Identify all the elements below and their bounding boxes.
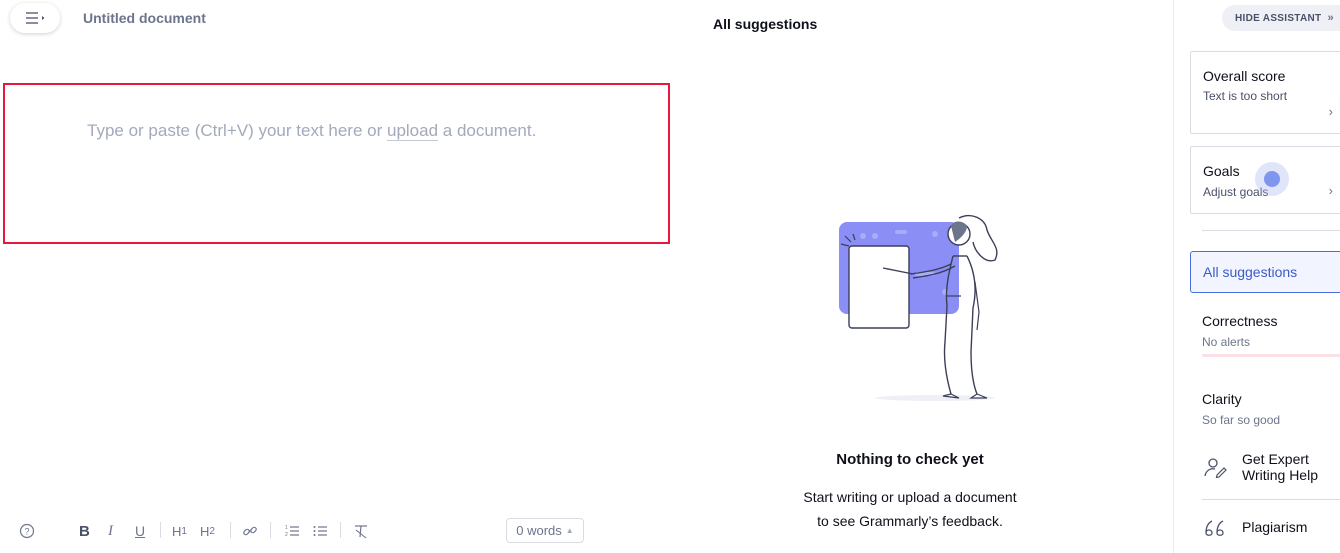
clarity-category[interactable]: Clarity So far so good — [1202, 391, 1280, 427]
empty-state-title: Nothing to check yet — [836, 451, 984, 468]
panel-divider — [1202, 499, 1340, 500]
double-chevron-right-icon: » — [1327, 12, 1334, 24]
toolbar-divider — [160, 522, 161, 538]
overall-score-subtitle: Text is too short — [1203, 89, 1288, 103]
help-icon[interactable]: ? — [19, 522, 35, 540]
word-count-label: 0 words — [516, 523, 562, 538]
svg-text:1: 1 — [285, 525, 288, 531]
ordered-list-icon[interactable]: 12 — [284, 522, 300, 540]
empty-state-description: Start writing or upload a document to se… — [760, 485, 1060, 533]
overall-score-title: Overall score — [1203, 68, 1286, 84]
chevron-right-icon: › — [1328, 183, 1333, 198]
document-title[interactable]: Untitled document — [83, 10, 206, 26]
toolbar-divider — [340, 522, 341, 538]
person-edit-icon — [1202, 454, 1228, 480]
expert-help-line-1: Get Expert — [1242, 451, 1309, 467]
heading-2-icon[interactable]: H2 — [200, 522, 215, 540]
clarity-subtitle: So far so good — [1202, 413, 1281, 427]
suggestions-header: All suggestions — [713, 16, 818, 32]
assistant-panel: HIDE ASSISTANT » Overall score Text is t… — [1173, 0, 1340, 553]
placeholder-text-end: a document. — [438, 121, 537, 140]
caret-up-icon: ▲ — [565, 526, 574, 535]
goals-title: Goals — [1203, 163, 1240, 179]
correctness-title: Correctness — [1202, 313, 1278, 329]
expert-help-label: Get Expert Writing Help — [1242, 451, 1318, 483]
italic-icon[interactable]: I — [108, 522, 113, 540]
word-count-button[interactable]: 0 words ▲ — [506, 518, 584, 543]
empty-state-illustration — [839, 214, 998, 401]
toolbar-divider — [270, 522, 271, 538]
clear-formatting-icon[interactable] — [353, 522, 369, 540]
expert-help-line-2: Writing Help — [1242, 467, 1318, 483]
heading-1-icon[interactable]: H1 — [172, 522, 187, 540]
underline-icon[interactable]: U — [135, 522, 145, 540]
plagiarism-link[interactable]: Plagiarism — [1202, 514, 1307, 540]
expert-help-link[interactable]: Get Expert Writing Help — [1202, 451, 1318, 483]
correctness-progress-bar — [1202, 354, 1340, 357]
correctness-subtitle: No alerts — [1202, 335, 1251, 349]
toolbar-divider — [230, 522, 231, 538]
panel-divider — [1202, 230, 1340, 231]
hide-assistant-label: HIDE ASSISTANT — [1235, 12, 1322, 24]
empty-state-line-2: to see Grammarly’s feedback. — [817, 513, 1003, 529]
correctness-category[interactable]: Correctness No alerts — [1202, 313, 1277, 349]
cursor-indicator — [1255, 162, 1289, 196]
svg-text:?: ? — [24, 527, 29, 537]
plagiarism-label: Plagiarism — [1242, 519, 1308, 535]
all-suggestions-tab[interactable]: All suggestions — [1190, 251, 1340, 293]
chevron-right-icon: › — [1328, 104, 1333, 119]
menu-button[interactable] — [10, 3, 60, 33]
quote-icon — [1202, 514, 1228, 540]
empty-state-line-1: Start writing or upload a document — [803, 489, 1017, 505]
menu-icon — [26, 12, 45, 24]
overall-score-card[interactable]: Overall score Text is too short › — [1190, 51, 1340, 134]
unordered-list-icon[interactable] — [312, 522, 328, 540]
text-editor[interactable]: Type or paste (Ctrl+V) your text here or… — [3, 83, 670, 244]
hide-assistant-button[interactable]: HIDE ASSISTANT » — [1222, 5, 1340, 31]
svg-text:2: 2 — [285, 532, 288, 538]
editor-placeholder: Type or paste (Ctrl+V) your text here or… — [87, 121, 536, 141]
placeholder-text: Type or paste (Ctrl+V) your text here or — [87, 121, 387, 140]
clarity-title: Clarity — [1202, 391, 1242, 407]
link-icon[interactable] — [242, 522, 258, 540]
bold-icon[interactable]: B — [79, 522, 90, 540]
upload-link[interactable]: upload — [386, 121, 439, 141]
